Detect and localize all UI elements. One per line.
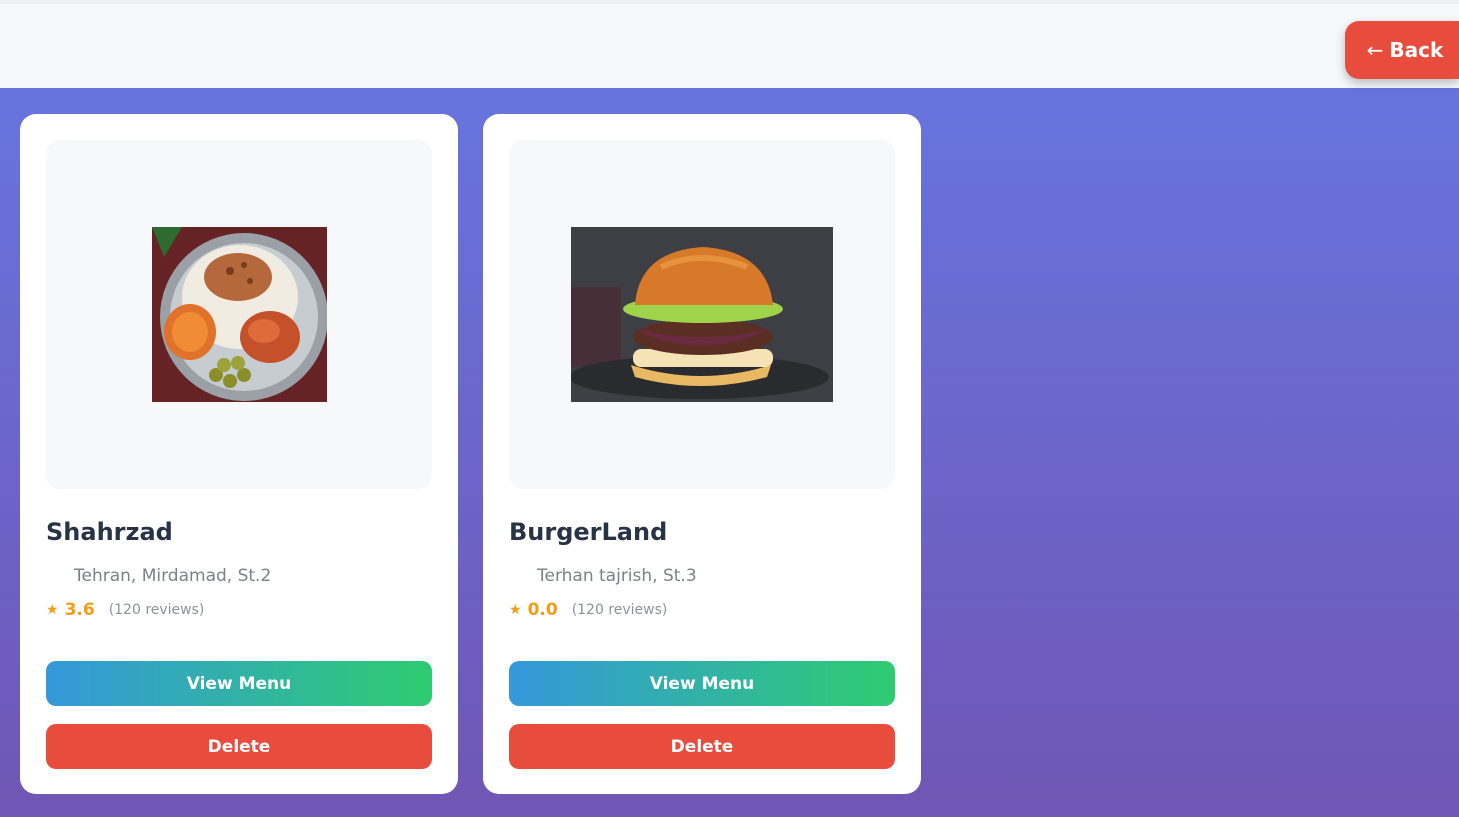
- restaurant-card: BurgerLand Terhan tajrish, St.3 ★ 0.0 (1…: [483, 114, 921, 794]
- rating-row: ★ 0.0 (120 reviews): [509, 600, 667, 620]
- delete-button[interactable]: Delete: [509, 724, 895, 769]
- view-menu-button[interactable]: View Menu: [509, 661, 895, 706]
- top-bar: ← Back: [0, 0, 1459, 88]
- restaurant-address: Terhan tajrish, St.3: [537, 566, 697, 586]
- restaurant-card: Shahrzad Tehran, Mirdamad, St.2 ★ 3.6 (1…: [20, 114, 458, 794]
- review-count: (120 reviews): [571, 602, 668, 618]
- restaurant-image-frame: [509, 140, 895, 489]
- view-menu-button[interactable]: View Menu: [46, 661, 432, 706]
- rating-value: 0.0: [527, 600, 558, 620]
- back-label: Back: [1389, 38, 1444, 62]
- star-icon: ★: [509, 602, 522, 618]
- restaurant-image-frame: [46, 140, 432, 489]
- delete-button[interactable]: Delete: [46, 724, 432, 769]
- rating-row: ★ 3.6 (120 reviews): [46, 600, 204, 620]
- back-button[interactable]: ← Back: [1345, 21, 1459, 79]
- review-count: (120 reviews): [108, 602, 205, 618]
- back-arrow-icon: ←: [1366, 38, 1384, 62]
- restaurant-name: BurgerLand: [509, 518, 668, 546]
- star-icon: ★: [46, 602, 59, 618]
- restaurant-address: Tehran, Mirdamad, St.2: [74, 566, 272, 586]
- restaurant-image: [151, 227, 327, 402]
- restaurant-name: Shahrzad: [46, 518, 173, 546]
- rating-value: 3.6: [64, 600, 95, 620]
- restaurant-image: [571, 227, 833, 402]
